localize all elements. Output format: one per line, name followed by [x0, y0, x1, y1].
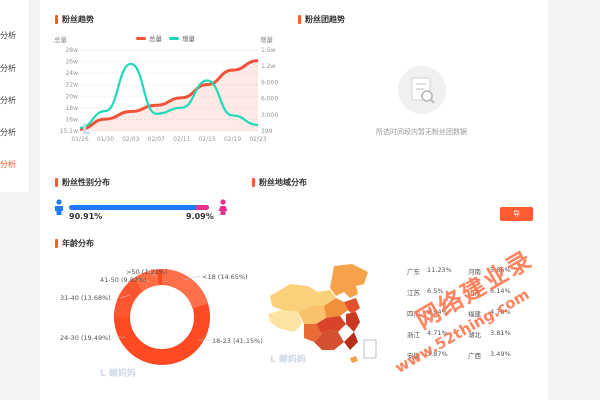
- left-tick-label: 18w: [65, 105, 78, 112]
- legend-total-swatch: [136, 37, 146, 40]
- chart-logo-watermark: L 蝉妈妈: [270, 353, 306, 365]
- left-tick-label: 26w: [65, 59, 78, 66]
- title-marker: [55, 15, 58, 24]
- region-name: 广西: [468, 352, 481, 360]
- map-inset-box: [363, 339, 377, 359]
- right-tick-label: 1.5w: [261, 47, 276, 54]
- region-value: 3.81%: [490, 329, 511, 337]
- female-percent: 9.09%: [186, 212, 214, 221]
- sidebar: 分析 分析 分析 分析 分析: [0, 0, 30, 192]
- section-title-fans-group: 粉丝团趋势: [298, 14, 345, 25]
- age-label-41-50: 41-50 (9.82%): [100, 276, 147, 284]
- section-title-region: 粉丝地域分布: [252, 177, 307, 188]
- title-marker: [298, 15, 301, 24]
- gender-bar-female: [196, 205, 209, 210]
- right-tick-label: 1.2w: [261, 63, 276, 70]
- right-tick-label: 6,000: [261, 96, 278, 103]
- right-tick-label: 3,000: [261, 112, 278, 119]
- legend-total-label: 总量: [149, 34, 163, 43]
- male-icon: [55, 199, 63, 215]
- left-tick-label: 15.1w: [60, 128, 78, 135]
- sidebar-item-2[interactable]: 分析: [0, 63, 30, 74]
- left-tick-label: 22w: [65, 82, 78, 89]
- x-tick-label: 02/07: [148, 136, 165, 143]
- export-button[interactable]: 导: [500, 207, 533, 221]
- right-tick-label: 399: [261, 128, 273, 135]
- map-region-northeast: [330, 264, 368, 298]
- section-title-age: 年龄分布: [55, 238, 94, 249]
- age-label-under18: <18 (14.65%): [202, 273, 248, 281]
- age-label-over50: >50 (1.21%): [126, 268, 168, 276]
- x-tick-label: 02/19: [224, 136, 241, 143]
- age-slice-under18: [161, 269, 208, 309]
- legend-increase-label: 增量: [182, 34, 196, 43]
- china-map: L 蝉妈妈: [268, 264, 377, 365]
- title-marker: [55, 239, 58, 248]
- region-name: 江苏: [407, 289, 420, 297]
- chart-logo-watermark: L: [82, 122, 91, 138]
- legend-increase-swatch: [169, 37, 179, 40]
- chart-logo-watermark: L 蝉妈妈: [100, 367, 136, 379]
- region-name: 广东: [407, 268, 420, 276]
- x-tick-label: 01/30: [97, 136, 114, 143]
- left-axis-title: 总量: [54, 35, 68, 44]
- map-region-tibet: [268, 310, 302, 332]
- region-name: 浙江: [407, 331, 420, 339]
- title-marker: [252, 178, 255, 187]
- left-tick-label: 16w: [65, 116, 78, 123]
- age-label-24-30: 24-30 (19.49%): [60, 334, 111, 342]
- empty-data-icon: [398, 66, 446, 114]
- map-region-island: [350, 356, 358, 363]
- age-slice-31-40: [114, 278, 144, 318]
- map-region-guangdong: [344, 332, 358, 350]
- left-tick-label: 20w: [65, 93, 78, 100]
- age-label-18-23: 18-23 (41.15%): [212, 337, 263, 345]
- age-label-31-40: 31-40 (13.68%): [60, 294, 111, 302]
- region-value: 11.23%: [427, 266, 452, 274]
- sidebar-item-1[interactable]: 分析: [0, 30, 30, 41]
- left-axis-ticks: 28w 26w 24w 22w 20w 18w 16w 15.1w: [60, 47, 78, 135]
- section-title-gender: 粉丝性别分布: [55, 177, 110, 188]
- sidebar-item-4[interactable]: 分析: [0, 127, 30, 138]
- gender-bar: [69, 205, 209, 210]
- x-tick-label: 02/23: [249, 136, 266, 143]
- title-marker: [55, 178, 58, 187]
- x-tick-label: 02/11: [173, 136, 190, 143]
- sidebar-item-5[interactable]: 分析: [0, 159, 30, 170]
- empty-data-message: 所选时间段内暂无粉丝团数据: [376, 128, 467, 136]
- main-panel: 粉丝趋势 总量 增量 总量 增量 28w 26w 24w 22w 20w 18w 16w 15…: [40, 0, 548, 400]
- region-value: 3.49%: [490, 350, 511, 358]
- left-tick-label: 28w: [65, 47, 78, 54]
- chart-legend: 总量 增量: [136, 34, 196, 43]
- fans-trend-chart: 总量 增量 总量 增量 28w 26w 24w 22w 20w 18w 16w 15.1w 1…: [54, 34, 278, 143]
- right-tick-label: 9,000: [261, 79, 278, 86]
- section-title-fans-trend: 粉丝趋势: [55, 14, 94, 25]
- map-region-shandong: [344, 298, 360, 314]
- age-donut-chart: >50 (1.21%) 41-50 (9.82%) 31-40 (13.68%)…: [60, 268, 263, 379]
- map-region-east: [346, 312, 360, 332]
- right-axis-title: 增量: [260, 35, 274, 44]
- x-tick-label: 02/03: [122, 136, 139, 143]
- sidebar-item-3[interactable]: 分析: [0, 95, 30, 106]
- male-percent: 90.91%: [69, 212, 103, 221]
- x-tick-label: 02/15: [198, 136, 215, 143]
- female-icon: [218, 199, 228, 215]
- x-axis-ticks: 01/26 01/30 02/03 02/07 02/11 02/15 02/19 02/23: [71, 136, 266, 143]
- right-axis-ticks: 1.5w 1.2w 9,000 6,000 3,000 399: [261, 47, 278, 135]
- left-tick-label: 24w: [65, 70, 78, 77]
